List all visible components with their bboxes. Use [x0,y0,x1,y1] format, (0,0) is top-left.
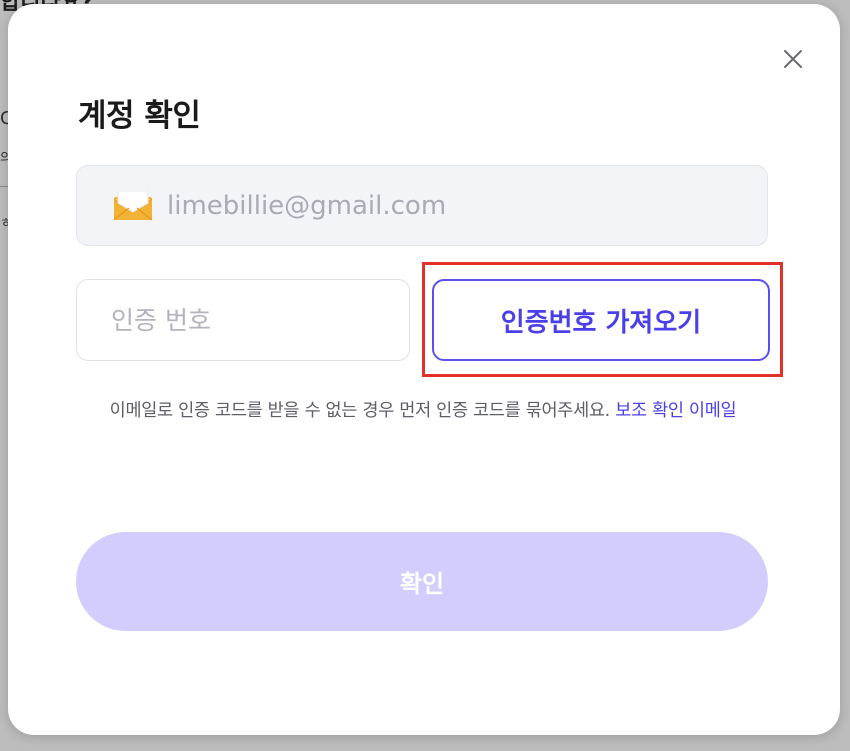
account-verification-dialog: 계정 확인 limebillie@gmail.com 인증번호 가져오기 이메일… [8,4,840,735]
confirm-button[interactable]: 확인 [76,532,768,631]
get-verification-code-button[interactable]: 인증번호 가져오기 [432,279,770,361]
verification-code-input[interactable] [76,279,410,361]
email-value: limebillie@gmail.com [167,190,447,221]
dialog-title: 계정 확인 [78,98,201,134]
close-button[interactable] [778,44,808,74]
close-icon [784,50,802,68]
secondary-email-link[interactable]: 보조 확인 이메일 [615,401,736,421]
help-text: 이메일로 인증 코드를 받을 수 없는 경우 먼저 인증 코드를 묶어주세요. … [78,396,768,426]
envelope-icon [113,190,153,220]
help-message: 이메일로 인증 코드를 받을 수 없는 경우 먼저 인증 코드를 묶어주세요. [109,401,611,421]
email-display-field: limebillie@gmail.com [76,165,768,246]
